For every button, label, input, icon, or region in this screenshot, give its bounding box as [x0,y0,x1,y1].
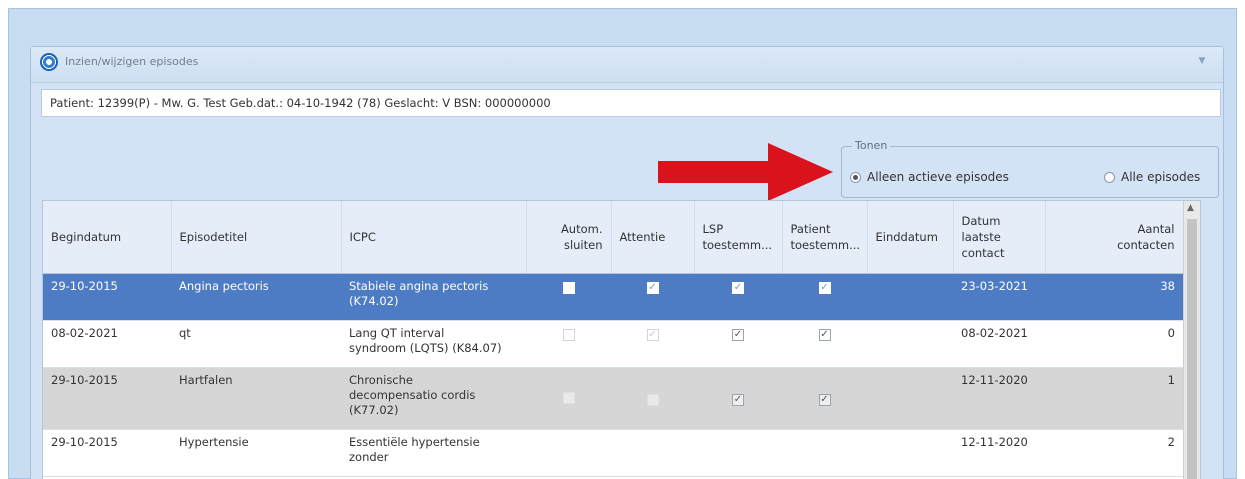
vertical-scrollbar[interactable]: ▲ [1183,201,1200,479]
table-row[interactable]: 29-10-2015 Angina pectoris Stabiele angi… [43,273,1183,321]
col-lsp-toestemming[interactable]: LSP toestemm... [694,201,783,274]
col-einddatum[interactable]: Einddatum [867,201,954,274]
table-row[interactable]: 29-10-2015 Hypertensie Essentiële hypert… [43,429,1183,477]
autom-sluiten-checkbox[interactable] [562,391,575,404]
cell-datum-laatste-contact: 12-11-2020 [953,429,1045,477]
patient-checkbox[interactable]: ✓ [818,281,831,294]
table-row[interactable]: 29-10-2015 Hartfalen Chronische decompens… [43,367,1183,430]
cell-einddatum [867,367,953,430]
cell-icpc: Stabiele angina pectoris (K74.02) [341,273,526,321]
cell-patient: ✓ [782,320,867,368]
cell-patient: ✓ [782,367,867,430]
cell-einddatum [867,273,953,321]
scroll-thumb[interactable] [1187,219,1197,479]
cell-aantal-contacten: 2 [1045,429,1183,477]
lsp-checkbox[interactable]: ✓ [732,393,744,406]
cell-datum-laatste-contact: 08-02-2021 [953,320,1045,368]
scroll-up-icon[interactable]: ▲ [1187,203,1194,213]
col-begindatum[interactable]: Begindatum [43,201,172,274]
radio-all-episodes[interactable]: Alle episodes [1104,169,1200,185]
cell-episodetitel: Angina pectoris [171,273,341,321]
cell-patient [782,429,867,477]
patient-checkbox[interactable]: ✓ [818,328,831,341]
cell-attentie: ✓ [611,320,694,368]
radio-active-label: Alleen actieve episodes [867,170,1009,184]
lsp-checkbox[interactable]: ✓ [732,281,744,294]
attentie-checkbox[interactable]: ✓ [646,393,659,406]
cell-einddatum [867,320,953,368]
radio-active-episodes[interactable]: Alleen actieve episodes [850,169,1009,185]
col-aantal-contacten[interactable]: Aantal contacten [1045,201,1184,274]
cell-autom-sluiten [526,273,611,321]
col-icpc[interactable]: ICPC [341,201,527,274]
cell-einddatum [867,429,953,477]
attentie-checkbox[interactable]: ✓ [646,328,659,341]
cell-datum-laatste-contact: 12-11-2020 [953,367,1045,430]
cell-icpc: Essentiële hypertensie zonder [341,429,526,477]
cell-episodetitel: Hypertensie [171,429,341,477]
attentie-checkbox[interactable]: ✓ [646,281,659,294]
cell-begindatum: 29-10-2015 [43,429,171,477]
panel-titlebar: Inzien/wijzigen episodes ▼ [31,47,1223,83]
cell-aantal-contacten: 0 [1045,320,1183,368]
red-arrow-icon [658,143,833,201]
cell-patient: ✓ [782,273,867,321]
lsp-checkbox[interactable]: ✓ [732,328,744,341]
cell-episodetitel: qt [171,320,341,368]
cell-aantal-contacten: 38 [1045,273,1183,321]
cell-autom-sluiten [526,320,611,368]
col-autom-sluiten[interactable]: Autom. sluiten [526,201,612,274]
cell-attentie: ✓ [611,273,694,321]
cell-begindatum: 29-10-2015 [43,273,171,321]
tonen-groupbox: Tonen Alleen actieve episodes Alle episo… [841,139,1219,198]
cell-lsp [694,429,782,477]
cell-lsp: ✓ [694,367,782,430]
patient-checkbox[interactable]: ✓ [818,393,831,406]
radio-unselected-icon[interactable] [1104,171,1115,183]
cell-attentie [611,429,694,477]
app-logo-icon [40,53,58,71]
cell-begindatum: 29-10-2015 [43,367,171,430]
cell-autom-sluiten [526,367,611,430]
col-attentie[interactable]: Attentie [611,201,695,274]
col-patient-toestemming[interactable]: Patient toestemm... [782,201,868,274]
table-row[interactable]: 08-02-2021 qt Lang QT interval syndroom (… [43,320,1183,368]
col-episodetitel[interactable]: Episodetitel [171,201,342,274]
episodes-table: Begindatum Episodetitel ICPC Autom. sluit… [42,200,1201,479]
radio-all-label: Alle episodes [1121,170,1201,184]
table-header-row: Begindatum Episodetitel ICPC Autom. sluit… [43,201,1184,274]
cell-lsp: ✓ [694,320,782,368]
cell-icpc: Lang QT interval syndroom (LQTS) (K84.07) [341,320,526,368]
panel-title: Inzien/wijzigen episodes [65,55,199,68]
cell-begindatum: 08-02-2021 [43,320,171,368]
collapse-icon[interactable]: ▼ [1195,54,1209,68]
cell-lsp: ✓ [694,273,782,321]
cell-aantal-contacten: 1 [1045,367,1183,430]
cell-attentie: ✓ [611,367,694,430]
autom-sluiten-checkbox[interactable] [562,281,575,294]
cell-episodetitel: Hartfalen [171,367,341,430]
col-datum-laatste-contact[interactable]: Datum laatste contact [953,201,1046,274]
autom-sluiten-checkbox[interactable] [562,328,575,341]
cell-datum-laatste-contact: 23-03-2021 [953,273,1045,321]
cell-autom-sluiten [526,429,611,477]
patient-info-bar: Patient: 12399(P) - Mw. G. Test Geb.dat.… [41,89,1221,117]
radio-selected-icon[interactable] [850,171,861,183]
tonen-legend: Tonen [852,139,891,152]
cell-icpc: Chronische decompensatio cordis (K77.02) [341,367,526,430]
